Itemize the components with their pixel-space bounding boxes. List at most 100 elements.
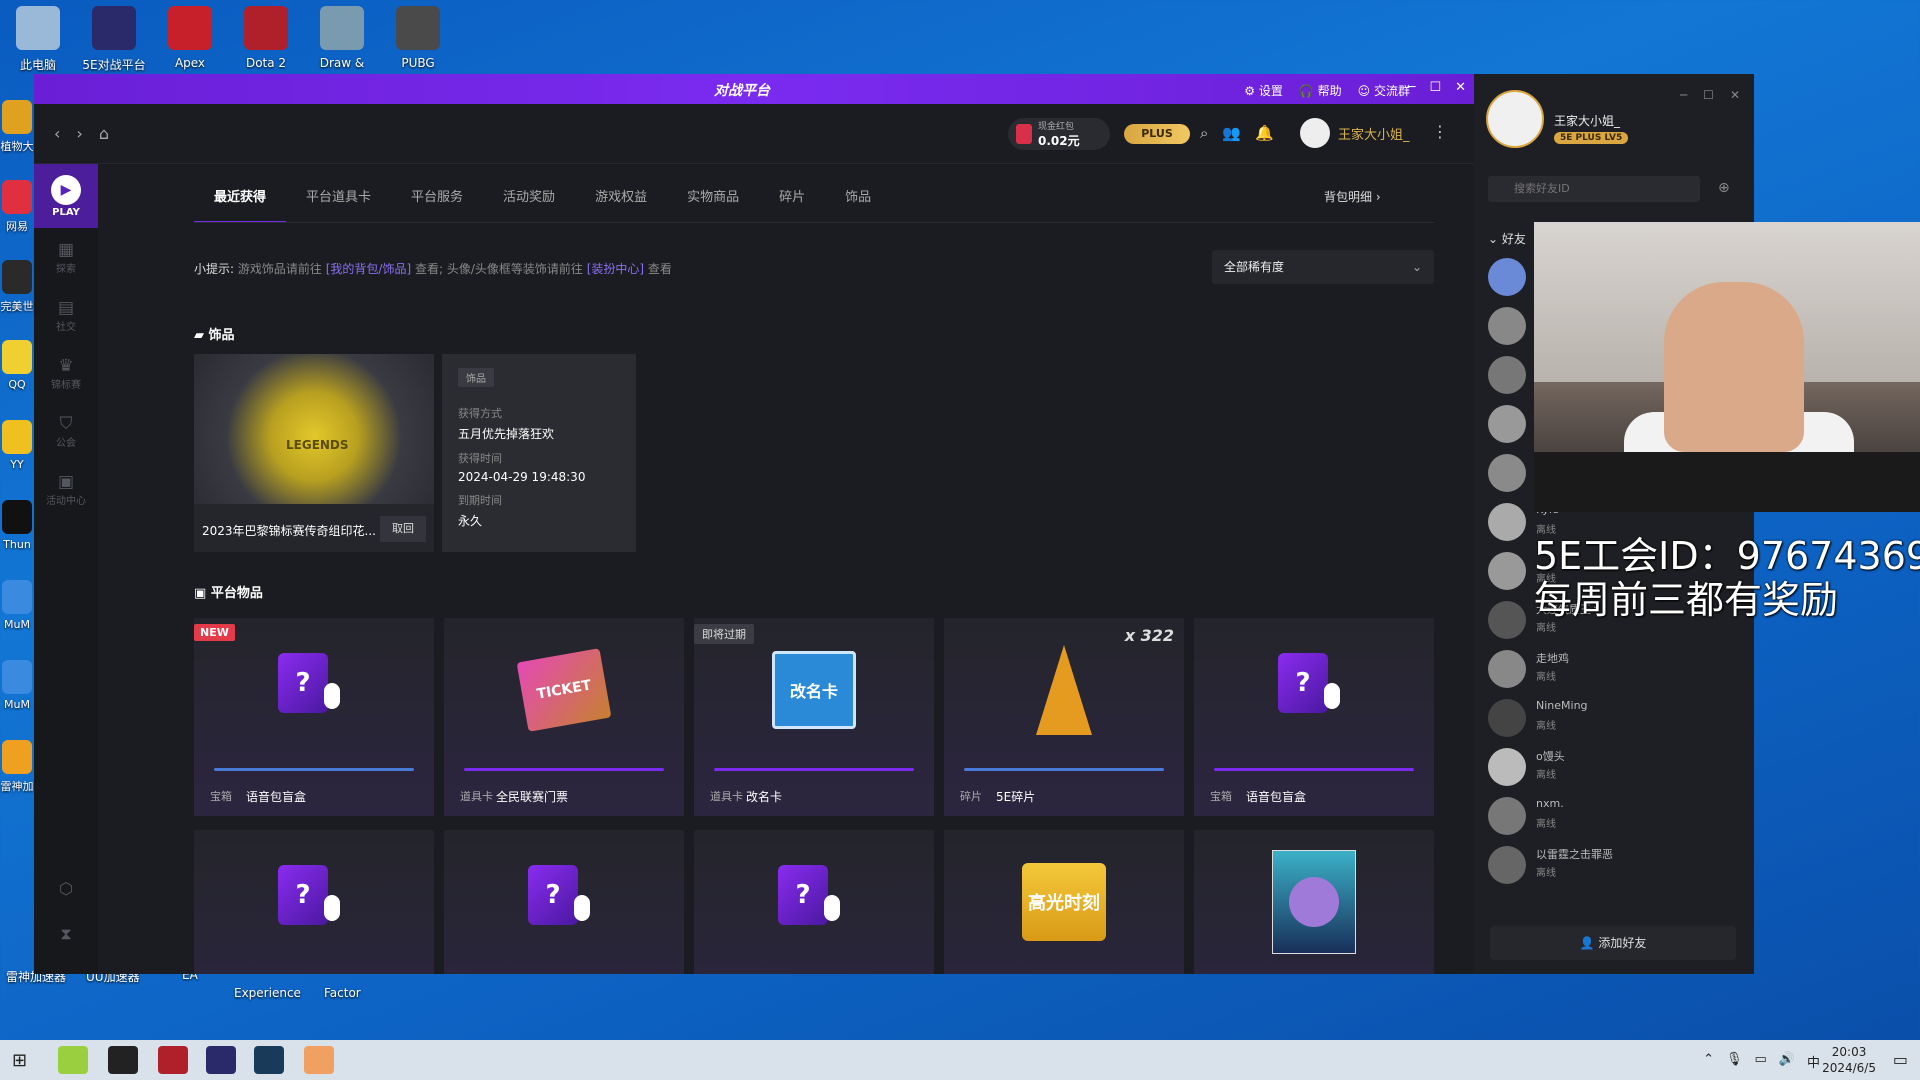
desktop-icon[interactable]: PUBG xyxy=(380,0,456,80)
taskbar-app[interactable] xyxy=(158,1046,188,1074)
desktop-icon[interactable]: Apex xyxy=(152,0,228,80)
item-card[interactable]: 高光时刻 xyxy=(944,830,1184,974)
bag-detail-link[interactable]: 背包明细 › xyxy=(1324,188,1381,205)
friend-item[interactable]: NineMing 离线 xyxy=(1488,695,1728,739)
desktop-icon[interactable]: 此电脑 xyxy=(0,0,76,80)
shield-icon[interactable]: ⬡ xyxy=(59,879,73,898)
maximize-icon[interactable]: ☐ xyxy=(1429,80,1441,95)
search-icon[interactable]: ⌕ xyxy=(1200,124,1208,142)
hourglass-icon[interactable]: ⧗ xyxy=(60,924,71,944)
sidebar-item[interactable]: ▦ 探索 xyxy=(34,228,98,286)
item-card[interactable]: ? xyxy=(694,830,934,974)
overlay-line-2: 每周前三都有奖励 xyxy=(1534,578,1839,622)
taskbar-app[interactable] xyxy=(108,1046,138,1074)
avatar[interactable] xyxy=(1486,90,1544,148)
sidebar-item[interactable]: ▣ 活动中心 xyxy=(34,460,98,518)
desktop-icon[interactable]: 网易 xyxy=(0,180,34,260)
desktop-label[interactable]: Factor xyxy=(324,986,361,1000)
item-card[interactable]: NEW? 宝箱 语音包盲盒 xyxy=(194,618,434,816)
taskbar-app[interactable] xyxy=(254,1046,284,1074)
sidebar-item[interactable]: ▤ 社交 xyxy=(34,286,98,344)
rarity-select[interactable]: 全部稀有度 ⌄ xyxy=(1212,250,1434,284)
friend-item[interactable]: 以雷霆之击罪恶 离线 xyxy=(1488,842,1728,886)
item-card[interactable]: ? xyxy=(194,830,434,974)
notification-icon[interactable]: ▭ xyxy=(1893,1050,1908,1069)
item-card[interactable] xyxy=(1194,830,1434,974)
add-friend-button[interactable]: 👤 添加好友 xyxy=(1490,926,1736,960)
desktop-icon[interactable]: 5E对战平台 xyxy=(76,0,152,80)
header-user[interactable]: 王家大小姐_ xyxy=(1300,118,1410,148)
item-card[interactable]: TICKET 道具卡 全民联赛门票 xyxy=(444,618,684,816)
group-link[interactable]: ☺ 交流群 xyxy=(1358,82,1410,99)
friend-item[interactable]: nxm. 离线 xyxy=(1488,793,1728,837)
mic-icon[interactable]: 🎙 xyxy=(1726,1052,1743,1071)
sidebar-item[interactable]: ♛ 锦标赛 xyxy=(34,344,98,402)
desktop-icon[interactable]: QQ xyxy=(0,340,34,420)
item-name: 改名卡 xyxy=(746,790,783,804)
desktop-icon[interactable]: Thun xyxy=(0,500,34,580)
taskbar-app[interactable] xyxy=(58,1046,88,1074)
desktop-icon[interactable]: Draw & xyxy=(304,0,380,80)
retrieve-button[interactable]: 取回 xyxy=(380,516,426,542)
tab-item[interactable]: 最近获得 xyxy=(194,186,287,223)
friend-item[interactable]: 走地鸡 离线 xyxy=(1488,646,1728,690)
item-card[interactable]: ? 宝箱 语音包盲盒 xyxy=(1194,618,1434,816)
item-card[interactable]: 即将过期 改名卡 道具卡 改名卡 xyxy=(694,618,934,816)
tab-item[interactable]: 活动奖励 xyxy=(483,186,575,223)
dressup-link[interactable]: [装扮中心] xyxy=(587,262,644,276)
chevron-up-icon[interactable]: ⌃ xyxy=(1703,1052,1714,1071)
tab-item[interactable]: 游戏权益 xyxy=(575,186,667,223)
forward-icon[interactable]: › xyxy=(76,124,82,143)
minimize-icon[interactable]: ─ xyxy=(1408,80,1416,95)
tab-item[interactable]: 平台服务 xyxy=(391,186,483,223)
network-icon[interactable]: ▭ xyxy=(1755,1052,1767,1071)
item-icon: 改名卡 xyxy=(772,648,856,732)
tab-item[interactable]: 平台道具卡 xyxy=(286,186,391,223)
backpack-link[interactable]: [我的背包/饰品] xyxy=(326,262,411,276)
windows-start-icon[interactable]: ⊞ xyxy=(12,1050,32,1071)
desktop-icon[interactable]: 植物大 xyxy=(0,100,34,180)
cash-wallet[interactable]: 现金红包 0.02元 xyxy=(1008,118,1110,150)
desktop-icon[interactable]: MuM xyxy=(0,660,34,740)
plus-level-badge: 5E PLUS LV5 xyxy=(1554,132,1629,144)
play-button[interactable]: ▶ PLAY xyxy=(34,164,98,228)
bell-icon[interactable]: 🔔 xyxy=(1255,124,1274,142)
desktop-icon[interactable]: 雷神加 xyxy=(0,740,34,820)
desktop-icon[interactable]: YY xyxy=(0,420,34,500)
item-card[interactable]: ? xyxy=(444,830,684,974)
settings-link[interactable]: ⚙ 设置 xyxy=(1244,82,1283,99)
tab-item[interactable]: 饰品 xyxy=(825,186,891,223)
friends-group-header[interactable]: ⌄ 好友 xyxy=(1488,230,1526,247)
maximize-icon[interactable]: ☐ xyxy=(1703,88,1714,102)
tab-item[interactable]: 碎片 xyxy=(759,186,825,223)
item-card[interactable]: x 322 碎片 5E碎片 xyxy=(944,618,1184,816)
mystery-box: ? xyxy=(528,865,578,925)
taskbar-app-active[interactable] xyxy=(304,1046,334,1074)
home-icon[interactable]: ⌂ xyxy=(99,124,109,143)
desktop-icon[interactable]: Dota 2 xyxy=(228,0,304,80)
more-icon[interactable]: ⋮ xyxy=(1432,122,1448,141)
back-icon[interactable]: ‹ xyxy=(54,124,60,143)
friend-search-input[interactable] xyxy=(1488,176,1700,202)
platform-title: 平台物品 xyxy=(210,586,263,601)
ime-indicator[interactable]: 中 xyxy=(1807,1052,1820,1071)
friends-icon[interactable]: 👥 xyxy=(1222,124,1241,142)
desktop-icon[interactable]: MuM xyxy=(0,580,34,660)
desktop-icon[interactable]: 完美世 xyxy=(0,260,34,340)
close-icon[interactable]: ✕ xyxy=(1730,88,1740,102)
add-friend-icon[interactable]: ⊕ xyxy=(1718,180,1730,196)
mystery-box: ? xyxy=(778,865,828,925)
tab-item[interactable]: 实物商品 xyxy=(667,186,759,223)
help-link[interactable]: 🎧 帮助 xyxy=(1299,82,1342,99)
close-icon[interactable]: ✕ xyxy=(1455,80,1466,95)
plus-badge[interactable]: PLUS xyxy=(1124,124,1190,144)
ornament-card[interactable]: LEGENDS 2023年巴黎锦标赛传奇组印花... 取回 xyxy=(194,354,434,552)
desktop-icon-label: 完美世 xyxy=(0,300,34,313)
minimize-icon[interactable]: ─ xyxy=(1680,88,1687,102)
desktop-label[interactable]: Experience xyxy=(234,986,301,1000)
volume-icon[interactable]: 🔊 xyxy=(1779,1052,1795,1071)
sidebar-item[interactable]: ⛉ 公会 xyxy=(34,402,98,460)
taskbar-app[interactable] xyxy=(206,1046,236,1074)
friend-item[interactable]: o馒头 离线 xyxy=(1488,744,1728,788)
clock[interactable]: 20:03 2024/6/5 xyxy=(1822,1044,1876,1076)
